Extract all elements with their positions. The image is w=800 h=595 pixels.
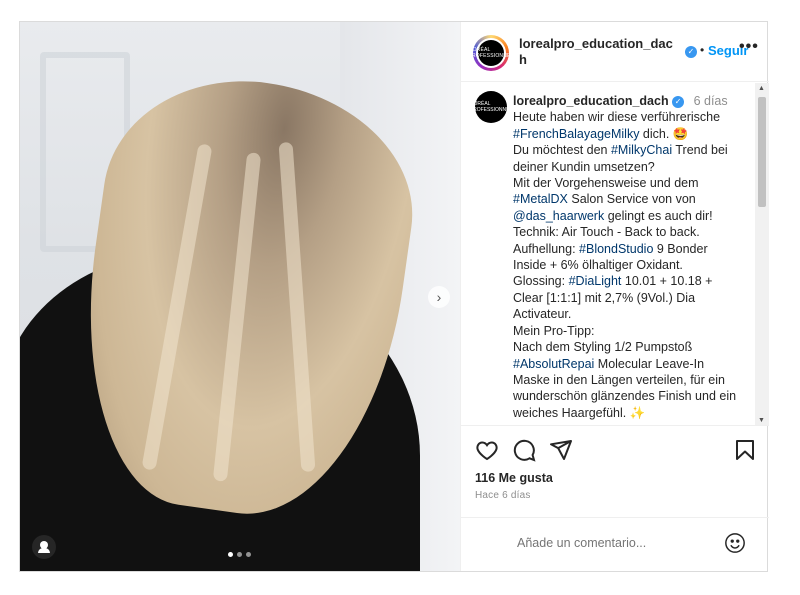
- caption-fragment: Glossing:: [513, 274, 569, 289]
- hashtag-link[interactable]: #MetalDX: [513, 192, 568, 206]
- caption-fragment: Mein Pro-Tipp:: [513, 323, 595, 338]
- carousel-dot: [237, 552, 242, 557]
- post-photo[interactable]: ›: [20, 22, 460, 571]
- verified-badge-icon: ✓: [685, 46, 697, 58]
- caption-body: Heute haben wir diese verführerische #Fr…: [513, 110, 736, 419]
- scroll-down-icon[interactable]: ▼: [758, 417, 765, 424]
- header-username[interactable]: lorealpro_education_dac h: [519, 36, 679, 68]
- caption-fragment: Nach dem Styling 1/2 Pumpstoß: [513, 340, 693, 355]
- likes-count[interactable]: 116 Me gusta: [475, 471, 553, 485]
- caption-fragment: Technik: Air Touch - Back to back.: [513, 225, 700, 240]
- caption-fragment: Heute haben wir diese verführerische: [513, 110, 721, 125]
- hashtag-link[interactable]: #FrenchBalayageMilky: [513, 127, 639, 141]
- instagram-post: › L'ORÉAL PROFESSIONNEL lorealpro_educat…: [19, 21, 769, 572]
- verified-badge-icon: ✓: [672, 95, 685, 108]
- scrollbar-thumb[interactable]: [758, 97, 766, 207]
- carousel-dots: [228, 552, 251, 557]
- caption-fragment: Mit der Vorgehensweise und dem: [513, 176, 699, 191]
- hashtag-link[interactable]: #BlondStudio: [579, 242, 653, 256]
- caption-fragment: dich. 🤩: [639, 126, 689, 141]
- bookmark-icon[interactable]: [733, 438, 757, 462]
- tagged-user-icon[interactable]: [32, 535, 56, 559]
- caption-area[interactable]: L'ORÉAL PROFESSIONNEL lorealpro_educatio…: [461, 83, 769, 426]
- caption-fragment: Salon Service von von: [567, 192, 696, 207]
- carousel-dot: [228, 552, 233, 557]
- hashtag-link[interactable]: #AbsolutRepai: [513, 357, 594, 371]
- comment-icon[interactable]: [512, 438, 536, 462]
- caption-time: 6 días: [693, 94, 728, 108]
- share-icon[interactable]: [549, 438, 573, 462]
- hashtag-link[interactable]: @das_haarwerk: [513, 209, 604, 223]
- caption-fragment: Du möchtest den: [513, 143, 611, 158]
- caption-avatar[interactable]: L'ORÉAL PROFESSIONNEL: [470, 91, 512, 123]
- comment-input[interactable]: [517, 536, 717, 550]
- carousel-next-button[interactable]: ›: [428, 286, 450, 308]
- heart-icon[interactable]: [475, 438, 499, 462]
- header-separator: •: [700, 43, 705, 57]
- comment-bar: [461, 517, 769, 571]
- more-options-icon[interactable]: •••: [739, 38, 759, 56]
- profile-avatar[interactable]: L'ORÉAL PROFESSIONNEL: [468, 40, 513, 66]
- hashtag-link[interactable]: #MilkyChai: [611, 143, 672, 157]
- caption-text: lorealpro_education_dach ✓ 6 días Heute …: [513, 93, 741, 421]
- emoji-icon[interactable]: [724, 532, 746, 554]
- caption-fragment: gelingt es auch dir!: [604, 208, 713, 223]
- post-sidebar: L'ORÉAL PROFESSIONNEL lorealpro_educatio…: [460, 22, 769, 571]
- carousel-dot: [246, 552, 251, 557]
- caption-scrollbar[interactable]: ▲ ▼: [755, 83, 769, 425]
- post-header: L'ORÉAL PROFESSIONNEL lorealpro_educatio…: [461, 22, 769, 82]
- hashtag-link[interactable]: #DiaLight: [569, 274, 622, 288]
- caption-username[interactable]: lorealpro_education_dach: [513, 94, 669, 108]
- caption-fragment: Aufhellung:: [513, 241, 580, 256]
- action-bar: [475, 438, 765, 468]
- scroll-up-icon[interactable]: ▲: [758, 85, 765, 92]
- story-ring[interactable]: L'ORÉAL PROFESSIONNEL: [468, 35, 513, 71]
- post-date: Hace 6 días: [475, 490, 531, 501]
